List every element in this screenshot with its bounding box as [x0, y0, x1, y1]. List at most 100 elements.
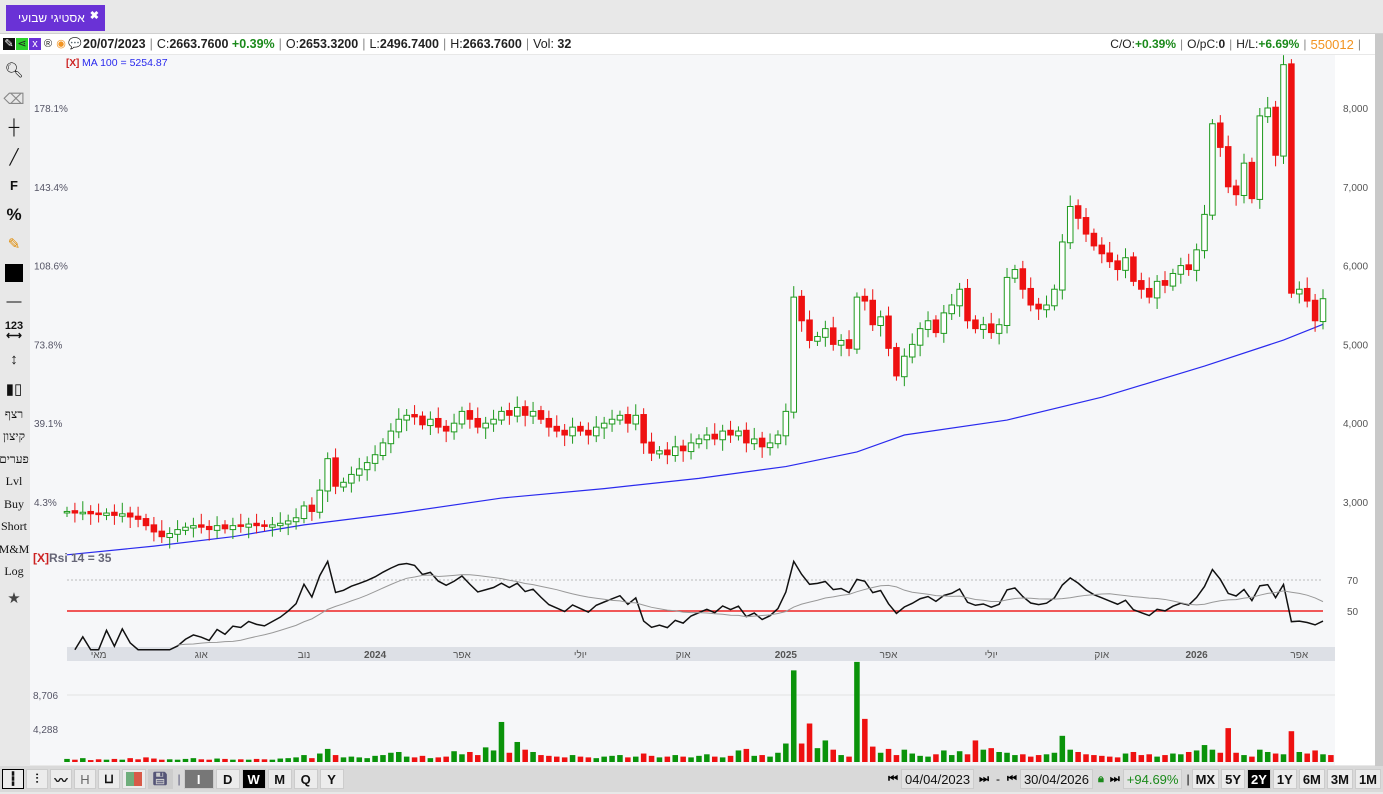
time-label: אוג [195, 650, 209, 661]
end-back-icon[interactable]: ⏮ [1007, 773, 1017, 786]
volume-bar [933, 754, 939, 762]
lock-icon[interactable]: 🔒︎ [1098, 773, 1104, 786]
candle [703, 434, 711, 441]
bars-chart-button[interactable]: ⫶ [26, 769, 48, 789]
volume-bar [893, 755, 900, 762]
tool-lvl[interactable]: Lvl [0, 471, 28, 494]
period-monthly[interactable]: M [267, 769, 292, 789]
volume-bar [380, 755, 386, 762]
low-label: L: [369, 37, 380, 51]
candle [1138, 280, 1145, 290]
volume-bar [372, 755, 378, 762]
star-icon[interactable]: ★ [0, 583, 28, 612]
tool-buy[interactable]: Buy [0, 493, 28, 516]
chart-area[interactable]: [X] MA 100 = 5254.87 8,000 7,000 6,000 5,000 4… [30, 55, 1375, 765]
volume-bar [553, 756, 560, 762]
candle [363, 462, 371, 471]
registered-icon[interactable]: ® [42, 38, 54, 50]
candle [111, 511, 118, 516]
u-chart-button[interactable]: ⊔ [98, 769, 120, 789]
candles-chart-button[interactable]: ┇ [2, 769, 24, 789]
bottom-toolbar: ┇ ⫶ 〰 H ⊔ 💾︎ | I D W M Q Y ⏮ 04/04/2023 … [0, 766, 1383, 792]
horizontal-line-icon[interactable]: — [0, 287, 28, 316]
candle [419, 415, 426, 426]
volume-bar [411, 757, 418, 762]
eraser-icon[interactable]: ⌫ [0, 84, 28, 113]
period-daily[interactable]: D [215, 769, 240, 789]
volume-bar [1020, 754, 1026, 762]
volume-bar [838, 755, 844, 762]
range-2y[interactable]: 2Y [1247, 769, 1271, 789]
volume-bar [388, 752, 394, 762]
volume-bar [1130, 751, 1137, 762]
open-value: 2653.3200 [299, 37, 359, 51]
candle [1153, 280, 1161, 299]
time-label: אוק [676, 650, 691, 661]
volume-bar [103, 759, 110, 762]
range-max[interactable]: MX [1191, 769, 1220, 789]
range-1y[interactable]: 1Y [1272, 769, 1297, 789]
start-date-field[interactable]: 04/04/2023 [901, 769, 975, 789]
period-weekly[interactable]: W [241, 769, 266, 789]
volume-bar [988, 748, 994, 762]
circle-icon[interactable]: ◉ [55, 38, 67, 50]
candle [616, 414, 624, 421]
volume-bar [64, 758, 70, 762]
fibonacci-icon[interactable]: F [0, 171, 28, 200]
range-5y[interactable]: 5Y [1221, 769, 1245, 789]
volume-bar [1328, 755, 1334, 762]
crosshair-icon[interactable]: ┼ [0, 113, 28, 142]
start-back-icon[interactable]: ⏮ [888, 773, 898, 786]
candle [916, 328, 924, 346]
comment-icon[interactable]: 💬 [68, 38, 82, 50]
candle [758, 437, 766, 448]
close-tab-icon[interactable]: ✖ [90, 9, 99, 22]
share-icon[interactable]: ⋖ [16, 38, 28, 50]
save-icon[interactable]: 💾︎ [148, 769, 173, 789]
candle [1311, 299, 1319, 322]
end-date-field[interactable]: 30/04/2026 [1019, 769, 1094, 789]
candle [387, 430, 395, 445]
volume-bar [1320, 754, 1326, 762]
color-picker-icon[interactable] [0, 258, 28, 287]
volume-bar [427, 758, 434, 762]
percent-icon[interactable]: % [0, 200, 28, 229]
line-tool-icon[interactable]: ╱ [0, 142, 28, 171]
candle [1074, 205, 1082, 219]
volume-bar [1114, 757, 1121, 762]
start-forward-icon[interactable]: ⏭ [979, 773, 989, 786]
tool-log[interactable]: Log [0, 561, 28, 584]
tool-mm[interactable]: M&M [0, 538, 29, 561]
period-intraday[interactable]: I [183, 769, 214, 789]
vertical-scrollbar[interactable] [1375, 34, 1383, 766]
period-yearly[interactable]: Y [319, 769, 344, 789]
candle [221, 524, 229, 530]
volume-bar [727, 755, 734, 762]
range-3m[interactable]: 3M [1326, 769, 1353, 789]
volume-bar [301, 755, 307, 762]
search-icon[interactable]: 🔍︎ [0, 55, 28, 84]
tab-weekly-chart[interactable]: אסטיגי שבועי ✖ [6, 5, 105, 31]
candle [592, 426, 600, 437]
candles-icon[interactable]: ▮▯ [0, 374, 28, 403]
end-forward-icon[interactable]: ⏭ [1110, 773, 1120, 786]
candle [411, 414, 418, 418]
edit-icon[interactable]: ✎ [0, 229, 28, 258]
measure-icon[interactable]: 123 ⟷ [0, 316, 28, 345]
tool-extreme[interactable]: קיצון [0, 426, 28, 449]
candle [348, 473, 355, 484]
tool-gaps[interactable]: פערים [0, 448, 29, 471]
range-1m[interactable]: 1M [1354, 769, 1381, 789]
volume-bar [506, 752, 513, 762]
colors-button[interactable] [122, 769, 146, 789]
line-chart-button[interactable]: 〰 [50, 769, 72, 789]
heikin-button[interactable]: H [74, 769, 96, 789]
excel-icon[interactable]: x [29, 38, 41, 50]
pen-icon[interactable]: ✎ [3, 38, 15, 50]
vertical-measure-icon[interactable]: ↕ [0, 345, 28, 374]
tool-short[interactable]: Short [0, 516, 28, 539]
tool-sequence[interactable]: רצף [0, 403, 28, 426]
range-6m[interactable]: 6M [1298, 769, 1325, 789]
volume-bar [830, 749, 837, 762]
period-quarterly[interactable]: Q [293, 769, 318, 789]
